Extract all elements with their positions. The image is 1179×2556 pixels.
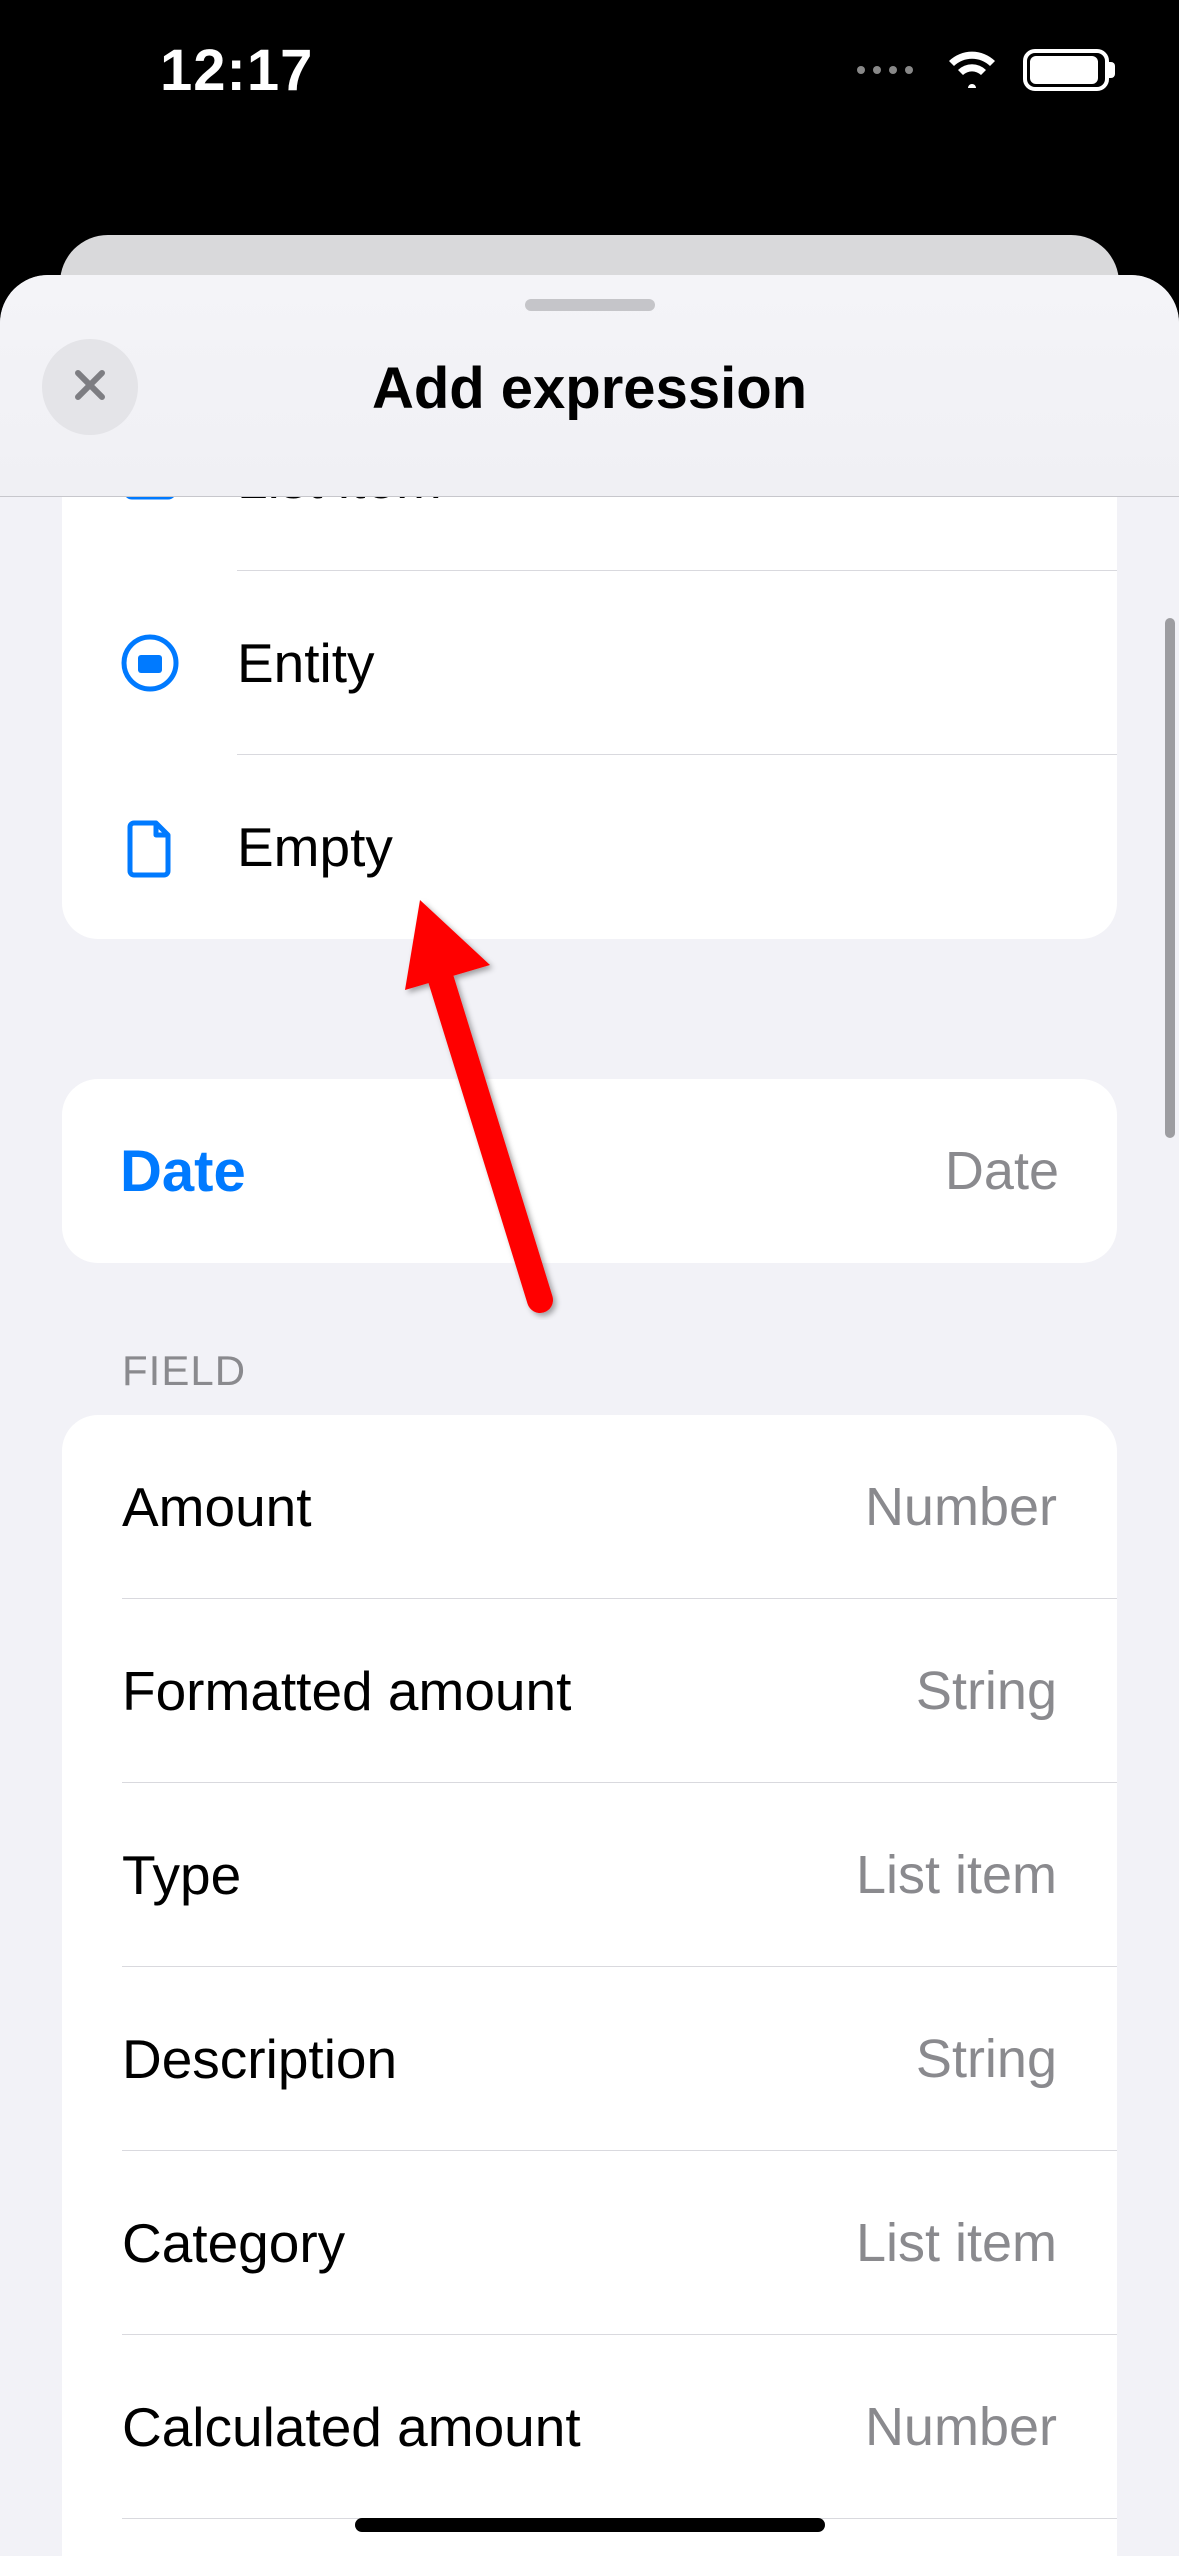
expression-row-label: Entity [237,631,375,695]
field-section-header: FIELD [122,1347,1117,1395]
expression-row-empty[interactable]: Empty [62,755,1117,939]
entity-icon [62,631,237,695]
expression-row-label: Empty [237,815,393,879]
modal-sheet: Add expression List item Entity [0,275,1179,2556]
sheet-body: List item Entity Empty Date [0,497,1179,2556]
field-row-calculated-amount[interactable]: Calculated amount Number [62,2335,1117,2519]
scroll-indicator[interactable] [1165,618,1175,1138]
status-time: 12:17 [160,37,313,104]
field-type: String [916,2028,1057,2090]
sheet-grabber[interactable] [525,299,655,311]
field-type: Number [865,1476,1057,1538]
field-name: Type [122,1843,241,1907]
field-type: String [916,1660,1057,1722]
selected-expression-type: Date [945,1140,1059,1202]
home-indicator[interactable] [355,2518,825,2532]
expression-row-label: List item [237,497,442,511]
document-icon [62,815,237,879]
field-row-description[interactable]: Description String [62,1967,1117,2151]
field-name: Amount [122,1475,312,1539]
sheet-header: Add expression [0,275,1179,497]
expression-row-list-item[interactable]: List item [62,497,1117,571]
status-bar: 12:17 [0,0,1179,180]
wifi-icon [945,48,999,93]
sheet-title: Add expression [0,355,1179,422]
status-right [857,48,1109,93]
field-name: Calculated amount [122,2395,581,2459]
field-type: List item [856,2212,1057,2274]
field-name: Category [122,2211,345,2275]
field-name: Description [122,2027,397,2091]
field-list: Amount Number Formatted amount String Ty… [62,1415,1117,2556]
selected-expression-card[interactable]: Date Date [62,1079,1117,1263]
field-name: Formatted amount [122,1659,571,1723]
field-type: List item [856,1844,1057,1906]
expression-type-list: List item Entity Empty [62,497,1117,939]
field-row-formatted-amount[interactable]: Formatted amount String [62,1599,1117,1783]
field-row-category[interactable]: Category List item [62,2151,1117,2335]
field-row-amount[interactable]: Amount Number [62,1415,1117,1599]
field-row-type[interactable]: Type List item [62,1783,1117,1967]
status-dots-icon [857,66,913,74]
field-type: Number [865,2396,1057,2458]
battery-icon [1023,49,1109,91]
expression-row-entity[interactable]: Entity [62,571,1117,755]
selected-expression-label: Date [120,1138,246,1205]
list-item-icon [62,497,237,511]
